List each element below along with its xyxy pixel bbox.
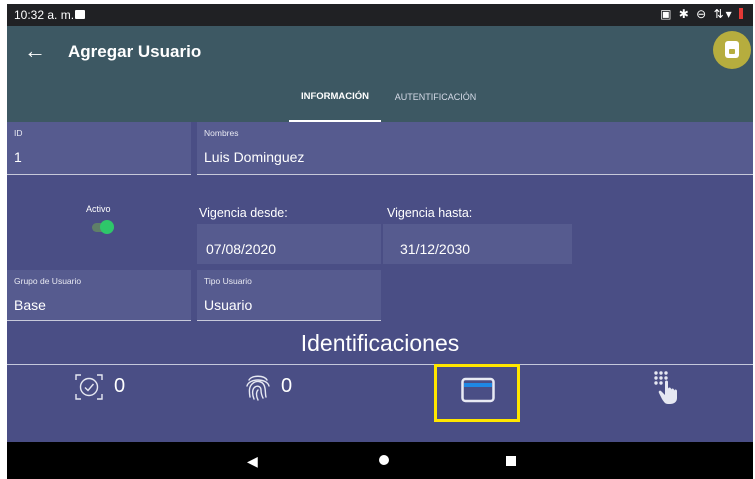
status-bar: 10:32 a. m. ▣ ✱ ⊖ ⇅▾	[7, 4, 753, 26]
fingerprint-count: 0	[281, 375, 293, 397]
grupo-usuario-field[interactable]: Grupo de Usuario Base	[7, 270, 191, 321]
id-value: 1	[14, 149, 22, 165]
identificaciones-title: Identificaciones	[300, 330, 460, 356]
face-id-icon	[75, 374, 103, 400]
card-item[interactable]	[459, 372, 495, 412]
fingerprint-icon	[246, 375, 270, 401]
vigencia-desde-label: Vigencia desde:	[199, 206, 288, 220]
face-id-count: 0	[114, 375, 126, 397]
grupo-label: Grupo de Usuario	[14, 276, 82, 286]
status-icons-text: ▣ ✱ ⊖ ⇅▾	[660, 7, 734, 21]
system-icons: ▣ ✱ ⊖ ⇅▾	[660, 7, 743, 21]
keypad-touch-icon	[654, 371, 677, 404]
vigencia-hasta-input[interactable]: 31/12/2030	[383, 224, 572, 264]
notification-icon	[75, 10, 85, 19]
activo-toggle[interactable]	[90, 220, 116, 234]
id-field[interactable]: ID 1	[7, 122, 191, 175]
nav-back-icon[interactable]: ◀	[247, 453, 258, 470]
save-disk-icon	[725, 41, 739, 58]
nav-home-icon[interactable]	[379, 455, 389, 465]
save-button[interactable]	[713, 31, 751, 69]
toggle-thumb	[100, 220, 114, 234]
id-label: ID	[14, 128, 23, 138]
tipo-value: Usuario	[204, 297, 253, 313]
vigencia-hasta-value: 31/12/2030	[400, 241, 471, 257]
status-time: 10:32 a. m.	[14, 8, 75, 22]
tipo-usuario-field[interactable]: Tipo Usuario Usuario	[197, 270, 381, 321]
vigencia-desde-input[interactable]: 07/08/2020	[197, 224, 381, 264]
nav-recents-icon[interactable]	[506, 456, 516, 466]
vigencia-desde-value: 07/08/2020	[206, 241, 277, 257]
android-nav-bar: ◀	[7, 442, 753, 479]
tab-informacion[interactable]: INFORMACIÓN	[289, 90, 381, 122]
card-icon	[461, 377, 495, 403]
nombres-value: Luis Dominguez	[204, 149, 305, 165]
nombres-field[interactable]: Nombres Luis Dominguez	[197, 122, 753, 175]
grupo-value: Base	[14, 297, 46, 313]
tab-autentificacion[interactable]: AUTENTIFICACIÓN	[388, 90, 483, 120]
back-arrow-icon[interactable]: ←	[24, 38, 46, 64]
fingerprint-item[interactable]: 0	[239, 366, 319, 442]
nombres-label: Nombres	[204, 128, 239, 138]
battery-icon	[739, 8, 743, 19]
divider	[7, 364, 753, 365]
activo-label: Activo	[86, 204, 111, 214]
device-screen: 10:32 a. m. ▣ ✱ ⊖ ⇅▾ ← Agregar Usuario I…	[7, 4, 753, 479]
tipo-label: Tipo Usuario	[204, 276, 252, 286]
keypad-item[interactable]	[649, 366, 689, 442]
app-bar: ← Agregar Usuario INFORMACIÓN AUTENTIFIC…	[7, 26, 753, 122]
vigencia-hasta-label: Vigencia hasta:	[387, 206, 473, 220]
face-id-item[interactable]: 0	[67, 366, 137, 442]
page-title: Agregar Usuario	[68, 42, 202, 61]
